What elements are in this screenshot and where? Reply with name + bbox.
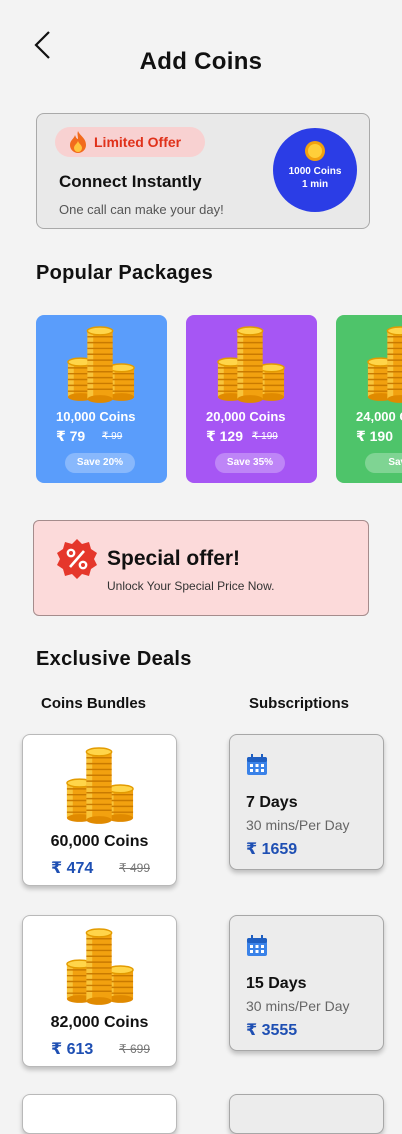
package-save-badge: Save 35%: [215, 453, 285, 473]
special-offer-subtitle: Unlock Your Special Price Now.: [107, 579, 275, 593]
coin-icon: [305, 141, 325, 161]
calendar-icon: [247, 754, 267, 775]
subscription-days: 15 Days: [246, 975, 307, 992]
subscription-card[interactable]: 7 Days 30 mins/Per Day ₹ 1659: [229, 734, 384, 870]
bundle-old-price: ₹ 499: [119, 861, 150, 875]
page-title: Add Coins: [139, 48, 263, 75]
subscription-card[interactable]: 15 Days 30 mins/Per Day ₹ 3555: [229, 915, 384, 1051]
package-price: ₹ 79: [56, 428, 86, 444]
coins-bundles-heading: Coins Bundles: [41, 695, 147, 712]
package-old-price: ₹ 199: [252, 431, 278, 442]
subscription-card[interactable]: [229, 1094, 384, 1134]
bundle-old-price: ₹ 699: [119, 1042, 150, 1056]
package-old-price: ₹ 99: [102, 431, 123, 442]
subscription-price: ₹ 1659: [246, 841, 298, 858]
subscription-usage: 30 mins/Per Day: [246, 817, 350, 833]
package-card[interactable]: 24,000 Coins ₹ 190 Save: [336, 315, 402, 483]
coin-bundle-card[interactable]: 60,000 Coins ₹ 474 ₹ 499: [22, 734, 177, 886]
special-offer-banner[interactable]: Special offer! Unlock Your Special Price…: [33, 520, 369, 616]
package-price: ₹ 129: [206, 428, 243, 444]
package-price: ₹ 190: [356, 428, 393, 444]
package-save-badge: Save 20%: [65, 453, 135, 473]
bundle-coins: 60,000 Coins: [50, 833, 149, 850]
offer-duration: 1 min: [301, 179, 329, 190]
special-offer-title: Special offer!: [107, 547, 241, 570]
package-save-badge: Save: [365, 453, 402, 473]
coin-bundle-card[interactable]: 82,000 Coins ₹ 613 ₹ 699: [22, 915, 177, 1067]
package-card[interactable]: 10,000 Coins ₹ 79 ₹ 99 Save 20%: [36, 315, 167, 483]
coin-bundle-card[interactable]: [22, 1094, 177, 1134]
offer-price-circle[interactable]: 1000 Coins 1 min: [273, 128, 357, 212]
bundle-price: ₹ 474: [51, 860, 94, 877]
coin-stack-icon: [67, 326, 135, 403]
calendar-icon: [247, 935, 267, 956]
coin-stack-icon: [66, 747, 134, 825]
offer-subtitle: One call can make your day!: [59, 202, 224, 217]
subscription-price: ₹ 3555: [246, 1022, 298, 1039]
limited-offer-badge: Limited Offer: [55, 127, 205, 157]
offer-title: Connect Instantly: [59, 172, 202, 191]
coin-stack-icon: [367, 326, 402, 403]
subscriptions-heading: Subscriptions: [249, 695, 350, 712]
limited-offer-label: Limited Offer: [94, 134, 182, 150]
subscription-usage: 30 mins/Per Day: [246, 998, 350, 1014]
package-card[interactable]: 20,000 Coins ₹ 129 ₹ 199 Save 35%: [186, 315, 317, 483]
package-coins: 24,000 Coins: [356, 409, 402, 424]
popular-packages-heading: Popular Packages: [36, 262, 214, 284]
package-coins: 20,000 Coins: [206, 409, 286, 424]
offer-coins-amount: 1000 Coins: [288, 166, 342, 177]
bundle-price: ₹ 613: [51, 1041, 94, 1058]
coin-stack-icon: [66, 928, 134, 1006]
subscription-days: 7 Days: [246, 794, 298, 811]
coin-stack-icon: [217, 326, 285, 403]
package-coins: 10,000 Coins: [56, 409, 136, 424]
bundle-coins: 82,000 Coins: [50, 1014, 149, 1031]
percent-badge-icon: [57, 539, 97, 579]
limited-offer-card[interactable]: Limited Offer Connect Instantly One call…: [36, 113, 370, 229]
fire-icon: [70, 131, 86, 153]
exclusive-deals-heading: Exclusive Deals: [36, 648, 192, 670]
